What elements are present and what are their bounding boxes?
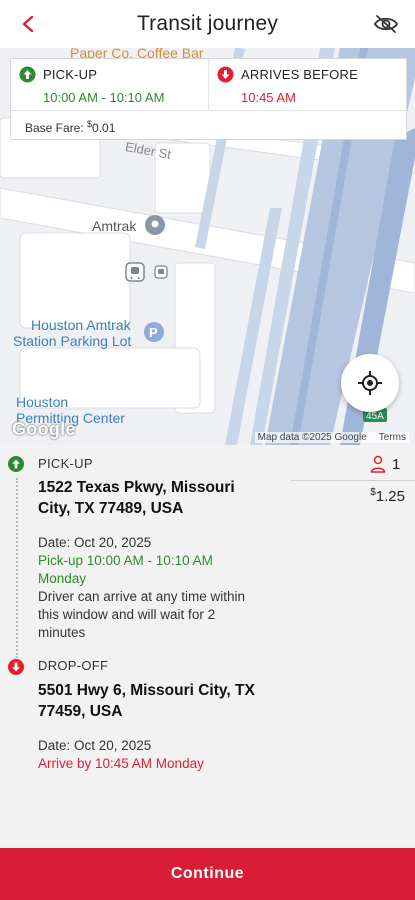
continue-button[interactable]: Continue	[0, 848, 415, 900]
chevron-left-icon	[22, 15, 34, 33]
bus-stop-icon[interactable]	[154, 265, 168, 279]
pickup-date: Date: Oct 20, 2025	[38, 535, 152, 550]
base-fare: Base Fare: $0.01	[11, 111, 406, 143]
google-logo: Google	[12, 419, 76, 439]
pickup-marker-icon	[12, 459, 20, 469]
arrives-summary-time: 10:45 AM	[241, 90, 296, 105]
map-label-amtrak[interactable]: Amtrak	[92, 218, 136, 234]
locate-me-button[interactable]	[341, 354, 399, 412]
back-button[interactable]	[14, 10, 42, 38]
toggle-visibility-button[interactable]	[371, 10, 401, 38]
map-attribution: Map data ©2025 Google Terms	[254, 432, 409, 443]
map-label-parking-line2[interactable]: Station Parking Lot	[13, 333, 131, 349]
page-title: Transit journey	[136, 12, 279, 35]
arrives-summary: ARRIVES BEFORE 10:45 AM	[209, 59, 406, 110]
pickup-section-label: PICK-UP	[38, 456, 93, 471]
base-fare-amount: 0.01	[92, 121, 116, 135]
base-fare-label: Base Fare:	[25, 121, 88, 135]
pickup-marker	[8, 456, 24, 472]
place-pin-icon[interactable]	[144, 214, 166, 236]
pickup-summary: PICK-UP 10:00 AM - 10:10 AM	[11, 59, 209, 110]
map-data-text: Map data ©2025 Google	[257, 432, 367, 443]
price-divider	[291, 480, 415, 481]
trip-price: $1.25	[370, 487, 405, 505]
parking-icon[interactable]: P	[143, 321, 165, 343]
pickup-note-line2: this window and will wait for 2	[38, 607, 216, 622]
dropoff-arrive-by: Arrive by 10:45 AM Monday	[38, 756, 204, 771]
pickup-note-line1: Driver can arrive at any time within	[38, 589, 246, 604]
dropoff-arrow-icon	[217, 66, 234, 83]
pickup-address-line2: City, TX 77489, USA	[38, 500, 184, 517]
pickup-address-line1: 1522 Texas Pkwy, Missouri	[38, 479, 235, 496]
pickup-note-line3: minutes	[38, 625, 86, 640]
trip-summary-card: PICK-UP 10:00 AM - 10:10 AM ARRIVES BEFO…	[10, 58, 407, 140]
map-label-parking-line1[interactable]: Houston Amtrak	[31, 317, 131, 333]
app-header: Transit journey	[0, 0, 415, 48]
arrives-summary-label: ARRIVES BEFORE	[241, 67, 358, 82]
svg-text:45A: 45A	[366, 411, 384, 422]
eye-off-icon	[373, 15, 399, 33]
passenger-count: 1	[370, 455, 400, 473]
pickup-arrow-icon	[19, 66, 36, 83]
crosshair-icon	[358, 371, 382, 395]
person-icon	[370, 455, 386, 473]
passenger-count-value: 1	[392, 455, 401, 473]
dropoff-marker-icon	[12, 662, 20, 672]
pickup-summary-label: PICK-UP	[43, 67, 98, 82]
dropoff-date: Date: Oct 20, 2025	[38, 738, 152, 753]
pickup-window: Pick-up 10:00 AM - 10:10 AM	[38, 553, 213, 568]
pickup-summary-window: 10:00 AM - 10:10 AM	[43, 90, 165, 105]
trip-price-value: 1.25	[375, 488, 405, 505]
svg-text:P: P	[149, 325, 158, 340]
route-connector	[16, 478, 18, 658]
dropoff-marker	[8, 659, 24, 675]
dropoff-address-line1: 5501 Hwy 6, Missouri City, TX	[38, 682, 255, 699]
dropoff-address-line2: 77459, USA	[38, 703, 123, 720]
pickup-day: Monday	[38, 571, 87, 586]
map-label-permitting-line1[interactable]: Houston	[16, 394, 68, 410]
dropoff-section-label: DROP-OFF	[38, 658, 109, 673]
train-station-icon[interactable]	[125, 262, 145, 282]
map-terms-link[interactable]: Terms	[379, 432, 406, 443]
